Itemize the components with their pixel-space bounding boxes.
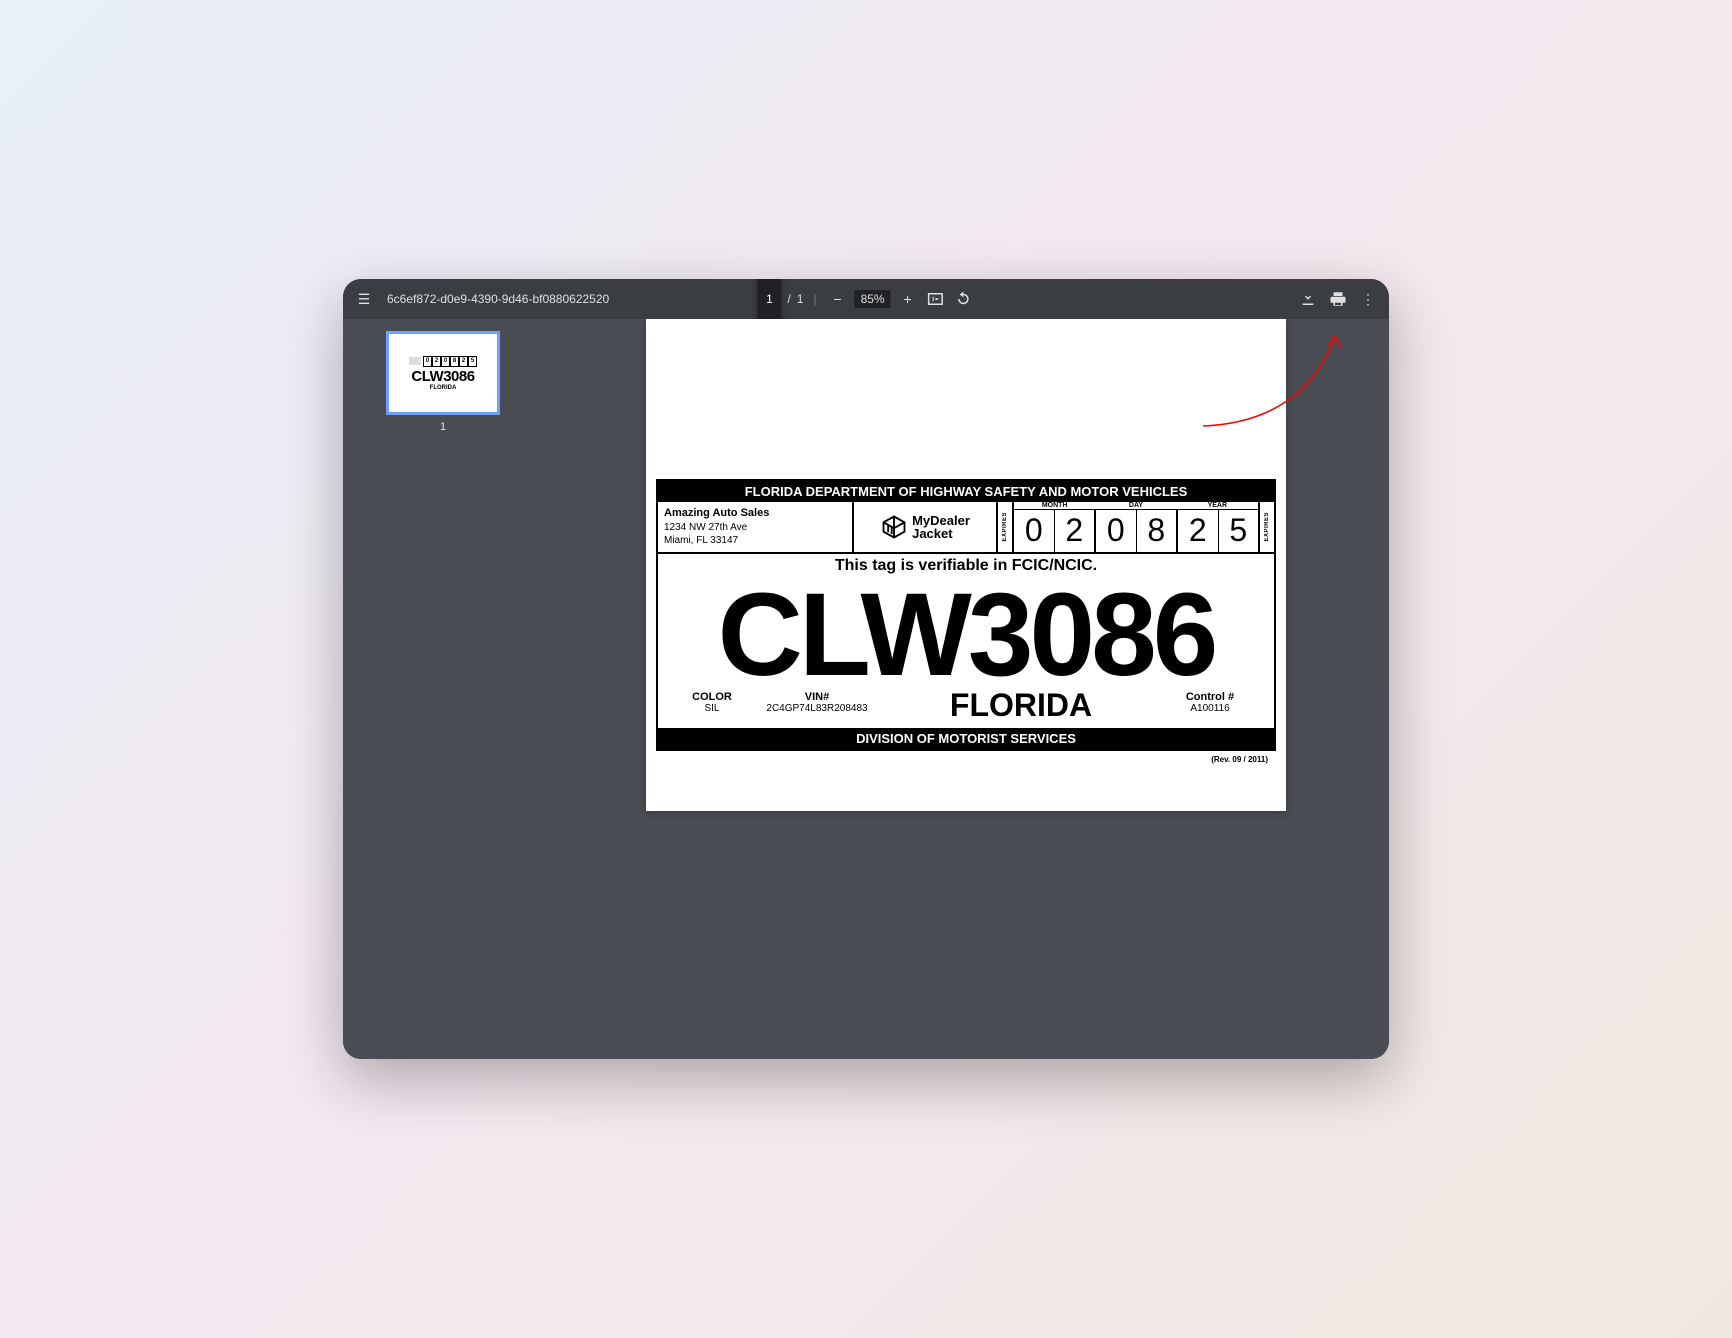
print-icon <box>1329 290 1347 308</box>
more-button[interactable]: ⋮ <box>1357 288 1379 310</box>
divider: | <box>813 292 816 306</box>
expires-right: EXPIRES <box>1258 502 1274 552</box>
fit-page-icon <box>927 290 945 308</box>
page-sep: / <box>787 292 790 306</box>
download-icon <box>1299 290 1317 308</box>
page-thumbnail[interactable]: 020825 CLW3086 FLORIDA <box>386 331 500 415</box>
temp-tag: FLORIDA DEPARTMENT OF HIGHWAY SAFETY AND… <box>656 479 1276 751</box>
toolbar-right: ⋮ <box>1297 288 1379 310</box>
page-total: 1 <box>797 292 804 306</box>
thumbnail-sidebar: 020825 CLW3086 FLORIDA 1 <box>343 319 543 1059</box>
tag-details-row: COLORSIL VIN#2C4GP74L83R208483 FLORIDA C… <box>658 691 1274 728</box>
viewer-body: 020825 CLW3086 FLORIDA 1 FLORIDA DEPARTM… <box>343 319 1389 1059</box>
plate-number: CLW3086 <box>658 575 1274 691</box>
zoom-in-button[interactable]: + <box>897 288 919 310</box>
zoom-out-button[interactable]: − <box>827 288 849 310</box>
toolbar: ☰ 6c6ef872-d0e9-4390-9d46-bf0880622520 /… <box>343 279 1389 319</box>
fit-page-button[interactable] <box>925 288 947 310</box>
dealer-name: Amazing Auto Sales <box>664 507 769 519</box>
vin-col: VIN#2C4GP74L83R208483 <box>752 691 882 714</box>
control-col: Control #A100116 <box>1160 691 1260 714</box>
document-title: 6c6ef872-d0e9-4390-9d46-bf0880622520 <box>387 292 609 306</box>
page-viewer[interactable]: FLORIDA DEPARTMENT OF HIGHWAY SAFETY AND… <box>543 319 1389 1059</box>
download-button[interactable] <box>1297 288 1319 310</box>
zoom-value[interactable]: 85% <box>855 290 891 308</box>
date-group: MONTH DAY YEAR 02 08 25 <box>1014 502 1258 552</box>
rotate-icon <box>955 290 973 308</box>
day-label: DAY <box>1095 502 1176 509</box>
revision-text: (Rev. 09 / 2011) <box>1211 755 1268 764</box>
dealer-info: Amazing Auto Sales 1234 NW 27th Ave Miam… <box>658 502 854 552</box>
color-col: COLORSIL <box>672 691 752 714</box>
thumbnail-number: 1 <box>440 421 446 433</box>
tag-row-info: Amazing Auto Sales 1234 NW 27th Ave Miam… <box>658 502 1274 554</box>
logo-cell: MyDealerJacket <box>854 502 998 552</box>
tag-footer: DIVISION OF MOTORIST SERVICES <box>658 728 1274 749</box>
dealer-jacket-icon <box>880 513 908 541</box>
dealer-addr1: 1234 NW 27th Ave <box>664 522 747 533</box>
date-digits: 02 08 25 <box>1014 510 1258 552</box>
dealer-addr2: Miami, FL 33147 <box>664 535 738 546</box>
menu-icon[interactable]: ☰ <box>353 288 375 310</box>
print-button[interactable] <box>1327 288 1349 310</box>
tag-header: FLORIDA DEPARTMENT OF HIGHWAY SAFETY AND… <box>658 481 1274 502</box>
pdf-viewer-window: ☰ 6c6ef872-d0e9-4390-9d46-bf0880622520 /… <box>343 279 1389 1059</box>
state-col: FLORIDA <box>882 687 1160 724</box>
logo-text: MyDealerJacket <box>912 514 970 540</box>
month-label: MONTH <box>1014 502 1095 509</box>
year-label: YEAR <box>1177 502 1258 509</box>
rotate-button[interactable] <box>953 288 975 310</box>
expires-left: EXPIRES <box>998 502 1014 552</box>
pdf-page: FLORIDA DEPARTMENT OF HIGHWAY SAFETY AND… <box>646 319 1286 811</box>
